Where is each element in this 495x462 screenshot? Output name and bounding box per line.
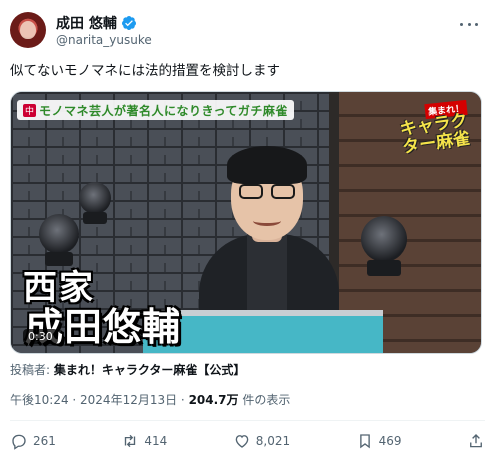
reply-button[interactable]: 261 [10, 432, 56, 450]
share-button[interactable] [467, 432, 485, 450]
bookmark-icon [359, 434, 370, 449]
heart-icon [235, 435, 249, 448]
show-logo: 集まれ！ キャラクター麻雀 [398, 99, 473, 162]
bookmark-button[interactable]: 469 [356, 432, 402, 450]
banner-text: モノマネ芸人が著名人になりきってガチ麻雀 [39, 103, 288, 118]
views-suffix: 件の表示 [238, 393, 291, 407]
reply-icon [12, 434, 26, 450]
repost-count: 414 [144, 434, 168, 448]
camera-right [359, 216, 409, 286]
banner-badge: 中 [23, 103, 37, 117]
video-player[interactable]: 中 モノマネ芸人が著名人になりきってガチ麻雀 集まれ！ キャラクター麻雀 西家 … [10, 91, 482, 354]
tweet-header: 成田 悠輔 @narita_yusuke [10, 12, 485, 52]
action-bar: 261 414 8,021 469 [10, 430, 485, 452]
attribution-source-link[interactable]: 集まれ！キャラクター麻雀【公式】 [54, 363, 246, 377]
bookmark-count: 469 [378, 434, 402, 448]
logo-main-text: キャラクター麻雀 [398, 110, 472, 158]
name-row: 成田 悠輔 [56, 13, 137, 33]
timestamp[interactable]: 午後10:24 · 2024年12月13日 · [10, 393, 189, 407]
video-duration: 0:30 [23, 329, 58, 344]
repost-icon [125, 434, 136, 448]
display-name[interactable]: 成田 悠輔 [56, 13, 117, 33]
video-banner: 中 モノマネ芸人が著名人になりきってガチ麻雀 [17, 100, 294, 120]
attribution: 投稿者: 集まれ！キャラクター麻雀【公式】 [10, 361, 245, 378]
camera-mid [77, 182, 113, 232]
attribution-label: 投稿者: [10, 363, 51, 377]
more-options-icon[interactable] [457, 16, 481, 32]
divider [10, 420, 485, 421]
tweet-text: 似てないモノマネには法的措置を検討します [10, 63, 280, 79]
share-icon [470, 434, 482, 448]
avatar[interactable] [10, 12, 46, 48]
reply-count: 261 [33, 434, 56, 448]
tweet-meta: 午後10:24 · 2024年12月13日 · 204.7万 件の表示 [10, 391, 290, 408]
user-handle[interactable]: @narita_yusuke [56, 33, 152, 47]
repost-button[interactable]: 414 [121, 432, 167, 450]
verified-badge-icon [121, 16, 136, 30]
like-button[interactable]: 8,021 [233, 432, 290, 450]
views-count: 204.7万 [188, 393, 239, 407]
like-count: 8,021 [255, 434, 291, 448]
